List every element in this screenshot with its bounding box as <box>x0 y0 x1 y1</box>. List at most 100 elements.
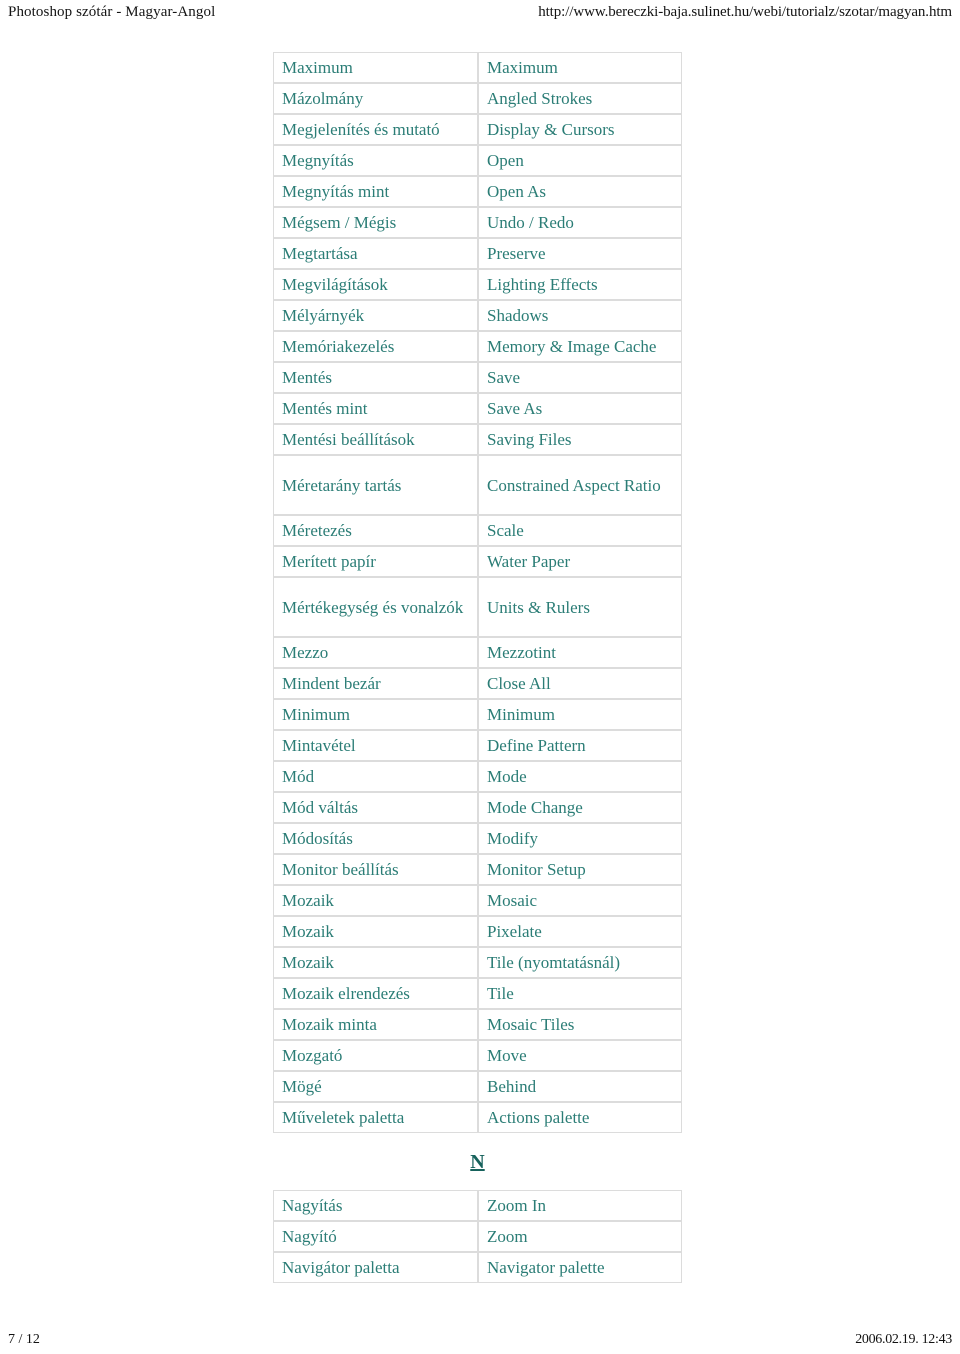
letter-divider: N <box>0 1151 682 1174</box>
hungarian-term: Méretarány tartás <box>273 455 478 515</box>
table-row: Memóriakezelés Memory & Image Cache <box>273 331 682 362</box>
hungarian-term: Mozaik minta <box>273 1009 478 1040</box>
table-row: Módosítás Modify <box>273 823 682 854</box>
english-term: Close All <box>478 668 682 699</box>
hungarian-term: Mód <box>273 761 478 792</box>
table-row: Minimum Minimum <box>273 699 682 730</box>
hungarian-term: Mindent bezár <box>273 668 478 699</box>
hungarian-term: Mégsem / Mégis <box>273 207 478 238</box>
english-term: Tile (nyomtatásnál) <box>478 947 682 978</box>
english-term: Actions palette <box>478 1102 682 1133</box>
table-row: Műveletek paletta Actions palette <box>273 1102 682 1133</box>
dictionary-table-m-body: Maximum Maximum Mázolmány Angled Strokes Meg… <box>273 52 682 1133</box>
english-term: Mezzotint <box>478 637 682 668</box>
table-row: Mozaik minta Mosaic Tiles <box>273 1009 682 1040</box>
english-term: Mode Change <box>478 792 682 823</box>
table-row: Megtartása Preserve <box>273 238 682 269</box>
hungarian-term: Memóriakezelés <box>273 331 478 362</box>
hungarian-term: Nagyító <box>273 1221 478 1252</box>
print-timestamp: 2006.02.19. 12:43 <box>855 1332 952 1347</box>
table-row: Maximum Maximum <box>273 52 682 83</box>
table-row: Mozgató Move <box>273 1040 682 1071</box>
hungarian-term: Mélyárnyék <box>273 300 478 331</box>
english-term: Memory & Image Cache <box>478 331 682 362</box>
table-row: Nagyító Zoom <box>273 1221 682 1252</box>
hungarian-term: Mértékegység és vonalzók <box>273 577 478 637</box>
table-row: Mentés mint Save As <box>273 393 682 424</box>
hungarian-term: Mentés mint <box>273 393 478 424</box>
english-term: Save <box>478 362 682 393</box>
page-content: Maximum Maximum Mázolmány Angled Strokes Meg… <box>0 52 960 1283</box>
hungarian-term: Megvilágítások <box>273 269 478 300</box>
table-row: Mázolmány Angled Strokes <box>273 83 682 114</box>
hungarian-term: Mezzo <box>273 637 478 668</box>
english-term: Move <box>478 1040 682 1071</box>
table-row: Navigátor paletta Navigator palette <box>273 1252 682 1283</box>
hungarian-term: Megnyítás <box>273 145 478 176</box>
hungarian-term: Mód váltás <box>273 792 478 823</box>
english-term: Define Pattern <box>478 730 682 761</box>
hungarian-term: Mozaik elrendezés <box>273 978 478 1009</box>
source-url: http://www.bereczki-baja.sulinet.hu/webi… <box>538 4 952 20</box>
hungarian-term: Megjelenítés és mutató <box>273 114 478 145</box>
hungarian-term: Mozaik <box>273 885 478 916</box>
hungarian-term: Méretezés <box>273 515 478 546</box>
english-term: Behind <box>478 1071 682 1102</box>
english-term: Saving Files <box>478 424 682 455</box>
running-header: Photoshop szótár - Magyar-Angol http://w… <box>0 0 960 30</box>
table-row: Mozaik elrendezés Tile <box>273 978 682 1009</box>
english-term: Zoom <box>478 1221 682 1252</box>
table-row: Mentés Save <box>273 362 682 393</box>
english-term: Undo / Redo <box>478 207 682 238</box>
hungarian-term: Navigátor paletta <box>273 1252 478 1283</box>
hungarian-term: Megnyítás mint <box>273 176 478 207</box>
document-title: Photoshop szótár - Magyar-Angol <box>8 4 216 20</box>
english-term: Save As <box>478 393 682 424</box>
table-row: Mozaik Pixelate <box>273 916 682 947</box>
running-footer: 7 / 12 2006.02.19. 12:43 <box>0 1332 960 1348</box>
hungarian-term: Mozaik <box>273 947 478 978</box>
english-term: Display & Cursors <box>478 114 682 145</box>
table-row: Mögé Behind <box>273 1071 682 1102</box>
english-term: Constrained Aspect Ratio <box>478 455 682 515</box>
english-term: Scale <box>478 515 682 546</box>
table-row: Mégsem / Mégis Undo / Redo <box>273 207 682 238</box>
hungarian-term: Mögé <box>273 1071 478 1102</box>
hungarian-term: Merített papír <box>273 546 478 577</box>
table-row: Mozaik Tile (nyomtatásnál) <box>273 947 682 978</box>
document-page: Photoshop szótár - Magyar-Angol http://w… <box>0 0 960 1354</box>
table-row: Mód váltás Mode Change <box>273 792 682 823</box>
english-term: Maximum <box>478 52 682 83</box>
hungarian-term: Mintavétel <box>273 730 478 761</box>
hungarian-term: Minimum <box>273 699 478 730</box>
table-row: Megvilágítások Lighting Effects <box>273 269 682 300</box>
hungarian-term: Mozaik <box>273 916 478 947</box>
hungarian-term: Maximum <box>273 52 478 83</box>
table-row: Mintavétel Define Pattern <box>273 730 682 761</box>
english-term: Lighting Effects <box>478 269 682 300</box>
hungarian-term: Mozgató <box>273 1040 478 1071</box>
hungarian-term: Monitor beállítás <box>273 854 478 885</box>
english-term: Mosaic Tiles <box>478 1009 682 1040</box>
table-row: Monitor beállítás Monitor Setup <box>273 854 682 885</box>
hungarian-term: Mentés <box>273 362 478 393</box>
english-term: Water Paper <box>478 546 682 577</box>
table-row: Megnyítás Open <box>273 145 682 176</box>
hungarian-term: Mentési beállítások <box>273 424 478 455</box>
dictionary-table-n-body: Nagyítás Zoom In Nagyító Zoom Navigátor pale… <box>273 1190 682 1283</box>
english-term: Pixelate <box>478 916 682 947</box>
english-term: Angled Strokes <box>478 83 682 114</box>
english-term: Open As <box>478 176 682 207</box>
table-row: Mezzo Mezzotint <box>273 637 682 668</box>
english-term: Mosaic <box>478 885 682 916</box>
english-term: Zoom In <box>478 1190 682 1221</box>
english-term: Preserve <box>478 238 682 269</box>
english-term: Navigator palette <box>478 1252 682 1283</box>
dictionary-table-n: Nagyítás Zoom In Nagyító Zoom Navigátor pale… <box>273 1190 682 1283</box>
table-row: Mód Mode <box>273 761 682 792</box>
table-row: Merített papír Water Paper <box>273 546 682 577</box>
dictionary-table-m: Maximum Maximum Mázolmány Angled Strokes Meg… <box>273 52 682 1133</box>
hungarian-term: Módosítás <box>273 823 478 854</box>
table-row: Mentési beállítások Saving Files <box>273 424 682 455</box>
letter-heading-n[interactable]: N <box>470 1151 484 1173</box>
